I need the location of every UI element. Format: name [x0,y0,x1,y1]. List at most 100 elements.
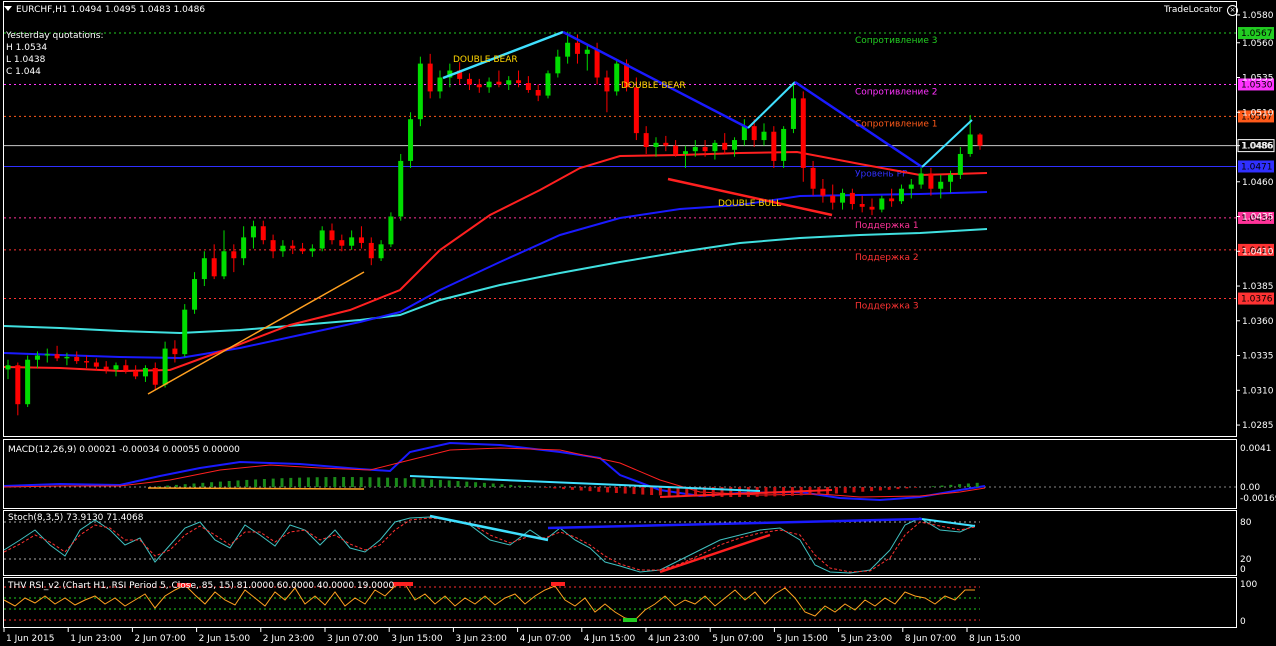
candle-body [506,80,512,85]
time-tick-label: 4 Jun 07:00 [520,634,572,644]
candle-body [93,362,99,367]
candle-body [800,98,806,168]
candle-body [555,56,561,74]
candle-body [574,42,580,54]
candle-body [604,77,610,92]
rsi-overbought-mark [393,582,413,586]
price-tick-label: 1.0335 [1242,352,1274,362]
candle-body [123,365,129,371]
candle-body [5,365,11,370]
candle-body [466,78,472,85]
yesterday-close: C 1.044 [6,67,41,77]
rsi-title: THV RSI_v2 (Chart H1, RSI Period 5, Clos… [7,581,394,591]
candle-body [54,354,60,359]
macd-tick: 0.0041 [1240,444,1272,454]
price-level-label: Поддержка 2 [855,253,919,263]
candle-body [103,366,109,370]
yesterday-low: L 1.0438 [6,55,46,65]
candle-body [309,248,315,252]
candle-body [761,131,767,141]
candle-body [319,230,325,249]
candle-body [849,192,855,205]
rsi-overbought-mark [551,582,565,586]
macd-orange-divergence [147,487,365,490]
macd-title: MACD(12,26,9) 0.00021 -0.00034 0.00055 0… [8,445,240,455]
candle-body [633,87,639,134]
price-tick-label: 1.0285 [1242,421,1274,431]
candle-body [702,147,708,152]
candle-body [594,49,600,78]
candle-body [810,167,816,189]
chart-menu-arrow-icon[interactable] [4,6,12,11]
candle-body [133,370,139,377]
candle-body [427,63,433,92]
price-tick-label: 1.0535 [1242,74,1274,84]
rsi-tick: 0 [1240,617,1246,627]
tradelocator-icon: × [1227,5,1239,16]
candle-body [869,206,875,210]
time-tick-label: 8 Jun 15:00 [969,634,1021,644]
candle-body [928,173,934,189]
candle-body [34,355,40,360]
candle-body [830,195,836,203]
candle-body [329,230,335,241]
candle-body [388,216,394,245]
time-tick-label: 5 Jun 07:00 [712,634,764,644]
candle-body [15,365,21,405]
price-tick-label: 1.0580 [1242,11,1274,21]
candle-body [44,354,50,356]
price-level-label: Поддержка 1 [855,221,919,231]
candle-body [516,80,522,84]
time-tick-label: 1 Jun 23:00 [70,634,122,644]
candle-body [192,279,198,310]
price-tick-label: 1.0560 [1242,39,1274,49]
candle-body [231,251,237,259]
candle-body [368,242,374,259]
double-bear-label-2: DOUBLE BEAR [621,81,686,91]
candle-body [84,361,90,363]
candle-body [790,98,796,129]
candle-body [918,173,924,185]
candle-body [525,83,531,91]
candle-body [221,251,227,277]
candle-body [280,245,286,252]
candle-body [201,258,207,280]
price-level-label: Сопротивление 2 [855,87,937,97]
candle-body [162,348,168,385]
candle-body [535,90,541,96]
candle-body [879,198,885,210]
candle-body [859,204,865,207]
candle-body [781,128,787,161]
candle-body [486,81,492,88]
time-tick-label: 5 Jun 23:00 [841,634,893,644]
candle-body [152,368,158,385]
stoch-title: Stoch(8,3,5) 73.9130 71.4068 [8,513,144,523]
price-tag-value: 1.0567 [1241,29,1273,39]
candle-body [496,81,502,85]
price-level-label: Сопротивление 1 [855,119,937,129]
candle-body [250,226,256,238]
chart-canvas[interactable]: Сопротивление 3 Сопротивление 2 Сопротивле… [0,0,1276,646]
candle-body [398,160,404,217]
tradelocator-brand[interactable]: TradeLocator × [1164,5,1239,16]
time-tick-label: 3 Jun 07:00 [327,634,379,644]
candle-body [722,142,728,150]
stoch-tick: 0 [1240,565,1246,575]
time-tick-label: 2 Jun 23:00 [263,634,315,644]
candle-body [938,181,944,189]
price-tick-label: 1.0435 [1242,213,1274,223]
candle-body [339,240,345,246]
candle-body [565,42,571,57]
candle-body [545,73,551,96]
candle-body [967,134,973,154]
candle-body [476,84,482,88]
rsi-oversold-mark [623,618,637,622]
time-tick-label: 2 Jun 15:00 [199,634,251,644]
candle-body [349,237,355,246]
candle-body [358,237,364,243]
time-tick-label: 1 Jun 2015 [6,634,54,644]
candle-body [889,198,895,202]
candle-body [771,131,777,161]
yesterday-title: Yesterday quotations: [6,31,104,41]
double-bear-label-1: DOUBLE BEAR [453,55,518,65]
